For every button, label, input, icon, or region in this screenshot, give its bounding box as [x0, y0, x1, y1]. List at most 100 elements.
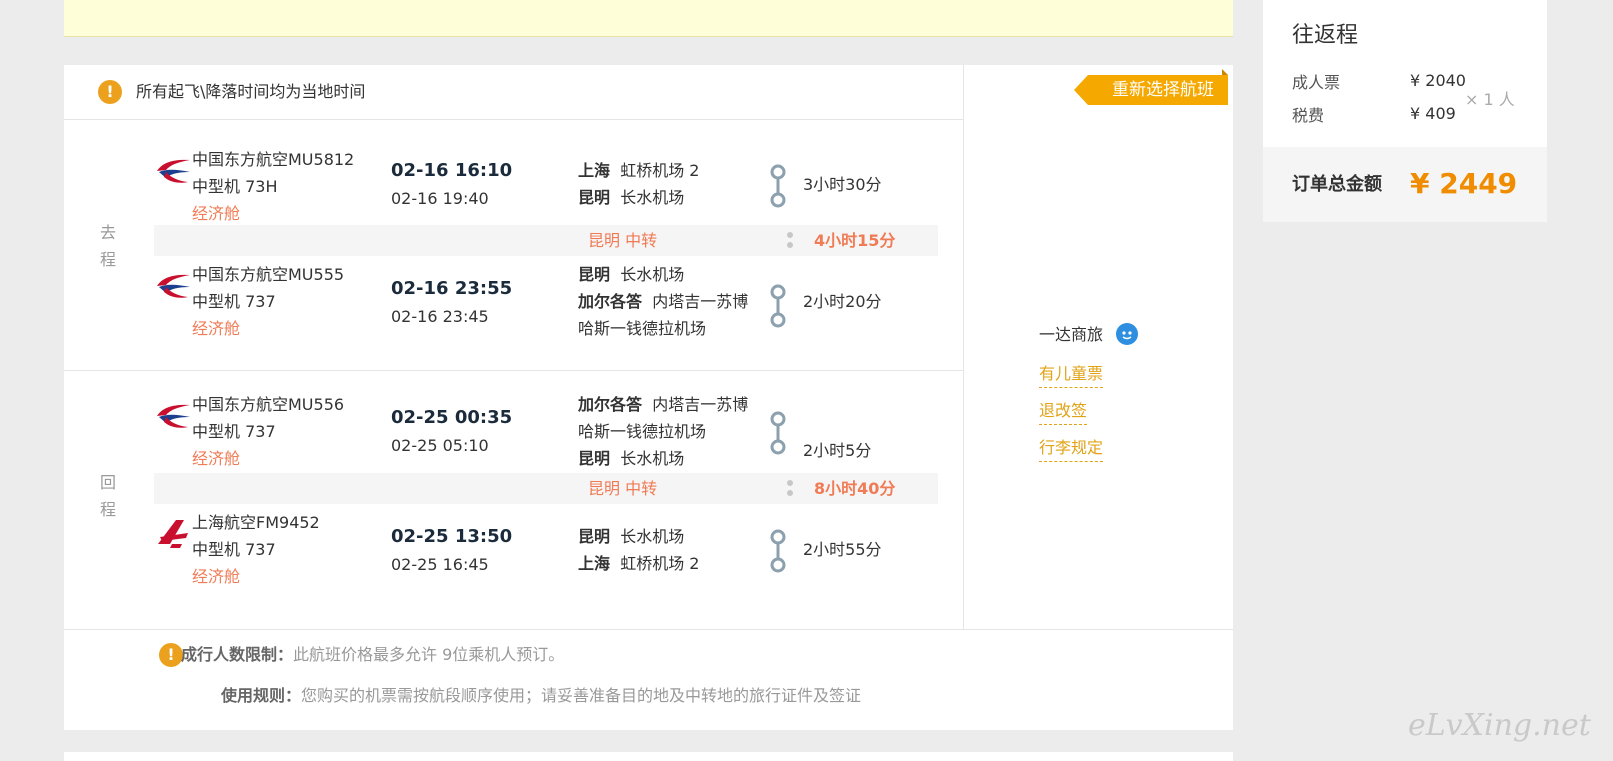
provider-name: 一达商旅	[1039, 325, 1104, 344]
arrival-airport: 昆明 长水机场	[578, 184, 778, 211]
arrival-airport: 上海 虹桥机场 2	[578, 550, 778, 577]
next-card-edge	[64, 752, 1233, 761]
departure-airport-name: 内塔吉一苏博	[652, 395, 749, 414]
adult-fare-price: ¥ 2040	[1410, 71, 1466, 90]
flight-duration: 2小时55分	[803, 540, 882, 559]
flight-times: 02-16 23:55 02-16 23:45	[391, 275, 571, 330]
airline-name: 中国东方航空MU5812	[192, 150, 355, 169]
arrival-time: 02-25 16:45	[391, 555, 489, 574]
cabin-class: 经济舱	[192, 567, 241, 586]
passenger-limit-text: 此航班价格最多允许 9位乘机人预订。	[293, 645, 565, 664]
departure-time: 02-16 16:10	[391, 160, 513, 181]
departure-airport-line2: 哈斯一钱德拉机场	[578, 422, 707, 441]
time-notice-header: ! 所有起飞\降落时间均为当地时间	[64, 65, 963, 120]
departure-city: 昆明	[578, 265, 611, 284]
arrival-time: 02-16 23:45	[391, 307, 489, 326]
arrival-airport-name: 长水机场	[620, 188, 685, 207]
departure-city: 上海	[578, 161, 611, 180]
departure-airport-name: 长水机场	[620, 265, 685, 284]
refund-change-link[interactable]: 退改签	[1039, 398, 1088, 425]
flight-duration: 2小时20分	[803, 292, 882, 311]
tax-price: ¥ 409	[1410, 104, 1456, 123]
departure-airport: 昆明 长水机场	[578, 523, 778, 550]
flight-segment: 中国东方航空MU5812 中型机 73H 经济舱 02-16 16:10 02-…	[154, 146, 974, 232]
flight-segment: 中国东方航空MU555 中型机 737 经济舱 02-16 23:55 02-1…	[154, 261, 974, 347]
departure-time: 02-25 00:35	[391, 407, 513, 428]
transfer-row: 昆明 中转 8小时40分	[154, 473, 938, 504]
trip-type-title: 往返程	[1292, 23, 1359, 48]
transfer-city: 昆明 中转	[588, 231, 658, 250]
top-notice-strip	[64, 0, 1233, 37]
flight-segment: 中国东方航空MU556 中型机 737 经济舱 02-25 00:35 02-2…	[154, 391, 974, 477]
watermark: eLvXing.net	[1408, 708, 1591, 743]
departure-airport: 上海 虹桥机场 2	[578, 157, 778, 184]
transfer-row: 昆明 中转 4小时15分	[154, 225, 938, 256]
departure-time: 02-16 23:55	[391, 278, 513, 299]
flight-duration: 3小时30分	[803, 175, 882, 194]
exclamation-icon: !	[159, 643, 183, 667]
aircraft-type: 中型机 737	[192, 422, 276, 441]
return-label: 回程	[99, 473, 116, 519]
price-summary-panel: 往返程 成人票 ¥ 2040 税费 ¥ 409 × 1 人 订单总金额 ¥ 24…	[1263, 0, 1547, 222]
departure-airport-name: 长水机场	[620, 527, 685, 546]
arrival-city: 昆明	[578, 188, 611, 207]
route-connector-icon	[770, 529, 786, 573]
time-notice-text: 所有起飞\降落时间均为当地时间	[136, 82, 366, 101]
passenger-limit-note: 成行人数限制：此航班价格最多允许 9位乘机人预订。	[181, 642, 564, 668]
route-connector-icon	[770, 411, 786, 455]
order-total-label: 订单总金额	[1292, 174, 1382, 195]
departure-time: 02-25 13:50	[391, 526, 513, 547]
usage-rules-text: 您购买的机票需按航段顺序使用；请妥善准备目的地及中转地的旅行证件及签证	[301, 686, 862, 705]
exclamation-icon: !	[98, 80, 122, 104]
flight-times: 02-25 00:35 02-25 05:10	[391, 404, 571, 459]
flight-times: 02-16 16:10 02-16 19:40	[391, 157, 571, 212]
arrival-airport: 昆明 长水机场	[578, 445, 778, 472]
china-eastern-logo-icon	[157, 274, 190, 298]
child-ticket-link[interactable]: 有儿童票	[1039, 361, 1104, 388]
departure-airport: 昆明 长水机场	[578, 261, 778, 288]
transfer-dots-icon	[787, 232, 793, 252]
route-connector-icon	[770, 164, 786, 208]
departure-city: 昆明	[578, 527, 611, 546]
arrival-airport-name: 内塔吉一苏博	[652, 292, 749, 311]
cabin-class: 经济舱	[192, 319, 241, 338]
tax-label: 税费	[1292, 106, 1325, 125]
usage-rules-label: 使用规则：	[221, 686, 302, 705]
adult-fare-label: 成人票	[1292, 73, 1341, 92]
flight-times: 02-25 13:50 02-25 16:45	[391, 523, 571, 578]
route-connector-icon	[770, 284, 786, 328]
aircraft-type: 中型机 737	[192, 292, 276, 311]
departure-airport-name: 虹桥机场 2	[620, 161, 700, 180]
return-section: 回程 中国东方航空MU556 中型机 737 经济舱 02-25 00:35 0…	[64, 371, 963, 628]
aircraft-type: 中型机 73H	[192, 177, 278, 196]
arrival-airport-name: 长水机场	[620, 449, 685, 468]
transfer-duration: 8小时40分	[814, 479, 896, 498]
departure-city: 加尔各答	[578, 395, 643, 414]
airports: 昆明 长水机场 上海 虹桥机场 2	[578, 523, 778, 577]
airline-name: 中国东方航空MU555	[192, 265, 345, 284]
outbound-label: 去程	[99, 223, 116, 269]
arrival-city: 昆明	[578, 449, 611, 468]
airports: 上海 虹桥机场 2 昆明 长水机场	[578, 157, 778, 211]
footer-divider	[64, 629, 1233, 630]
transfer-city: 昆明 中转	[588, 479, 658, 498]
cabin-class: 经济舱	[192, 449, 241, 468]
reselect-flight-button[interactable]: 重新选择航班	[1074, 69, 1228, 105]
airline-name: 中国东方航空MU556	[192, 395, 345, 414]
arrival-time: 02-16 19:40	[391, 189, 489, 208]
cabin-class: 经济舱	[192, 204, 241, 223]
aircraft-type: 中型机 737	[192, 540, 276, 559]
order-total-box: 订单总金额 ¥ 2449	[1263, 147, 1547, 222]
arrival-time: 02-25 05:10	[391, 436, 489, 455]
transfer-dots-icon	[787, 480, 793, 500]
arrival-city: 加尔各答	[578, 292, 643, 311]
flight-duration: 2小时5分	[803, 441, 872, 460]
baggage-rules-link[interactable]: 行李规定	[1039, 435, 1104, 462]
passenger-limit-label: 成行人数限制：	[181, 645, 294, 664]
flight-segment: 上海航空FM9452 中型机 737 经济舱 02-25 13:50 02-25…	[154, 509, 974, 595]
china-eastern-logo-icon	[157, 159, 190, 183]
chat-bubble-icon[interactable]	[1115, 322, 1139, 346]
order-total-value: ¥ 2449	[1410, 167, 1518, 200]
arrival-city: 上海	[578, 554, 611, 573]
airports: 昆明 长水机场 加尔各答 内塔吉一苏博 哈斯一钱德拉机场	[578, 261, 778, 342]
